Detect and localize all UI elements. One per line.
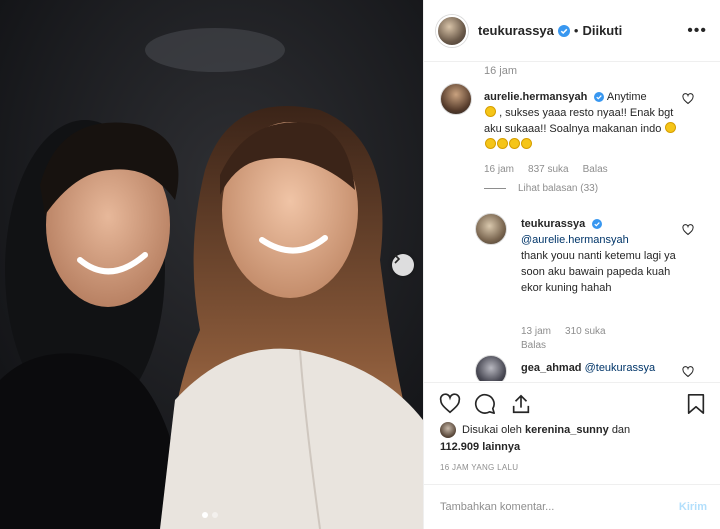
- likes-prefix: Disukai oleh: [462, 424, 522, 436]
- view-replies-label: Lihat balasan (33): [518, 183, 599, 194]
- comment-text: Anytime: [606, 91, 647, 103]
- commenter-avatar[interactable]: [475, 213, 507, 245]
- likes-connector: dan: [611, 424, 631, 436]
- add-comment-bar: Kirim: [424, 484, 720, 529]
- following-button[interactable]: Diikuti: [582, 23, 622, 38]
- laugh-emoji-icon: [664, 122, 676, 133]
- comment-text-cont: , sukses yaaa resto nyaa!! Enak bgt aku …: [484, 107, 674, 135]
- comment-meta-reply: Balas: [521, 340, 546, 351]
- bookmark-icon[interactable]: [686, 393, 706, 415]
- liker-username[interactable]: kerenina_sunny: [525, 424, 609, 436]
- comment-body: teukurassya @aurelie.hermansyah thank yo…: [521, 216, 686, 296]
- likes-summary: Disukai oleh kerenina_sunny dan 112.909 …: [440, 422, 710, 456]
- verified-icon: [557, 24, 570, 37]
- view-replies-button[interactable]: Lihat balasan (33): [484, 183, 598, 194]
- comment-username[interactable]: teukurassya: [521, 218, 585, 230]
- comment-mention[interactable]: @teukurassya: [585, 362, 655, 374]
- heart-icon[interactable]: [682, 224, 694, 236]
- replies-line: [484, 188, 506, 189]
- heart-icon[interactable]: [682, 93, 694, 105]
- comment-meta: 16 jam 837 suka Balas: [484, 164, 608, 175]
- chevron-right-icon: [394, 254, 401, 264]
- post-time-ago[interactable]: 16 JAM YANG LALU: [440, 463, 518, 472]
- comment-text: thank youu nanti ketemu lagi ya soon aku…: [521, 250, 676, 294]
- comment-input[interactable]: [440, 501, 650, 513]
- carousel-dot: [212, 512, 218, 518]
- reply-button[interactable]: Balas: [521, 340, 546, 351]
- comment-likes[interactable]: 310 suka: [565, 326, 606, 337]
- comment-time: 16 jam: [484, 164, 515, 175]
- laugh-emoji-icon: [496, 138, 508, 149]
- author-avatar[interactable]: [436, 14, 468, 47]
- liker-avatar[interactable]: [440, 422, 456, 439]
- commenter-avatar[interactable]: [475, 355, 507, 381]
- post-header: teukurassya • Diikuti •••: [424, 0, 720, 62]
- post-comment-button[interactable]: Kirim: [679, 501, 707, 513]
- laugh-emoji-icon: [484, 138, 496, 149]
- header-separator: •: [573, 23, 579, 38]
- next-photo-button[interactable]: [392, 254, 414, 276]
- verified-icon: [592, 219, 603, 230]
- comment-time: 13 jam: [521, 326, 552, 337]
- carousel-indicator: [202, 512, 218, 518]
- reply-button[interactable]: Balas: [583, 164, 608, 175]
- more-options-icon[interactable]: •••: [687, 22, 707, 40]
- comment-body: aurelie.hermansyah Anytime , sukses yaaa…: [484, 89, 684, 153]
- heart-icon[interactable]: [439, 393, 461, 415]
- heart-icon[interactable]: [682, 366, 694, 378]
- verified-icon: [594, 92, 605, 103]
- author-username[interactable]: teukurassya: [478, 23, 554, 38]
- laugh-emoji-icon: [508, 138, 520, 149]
- smile-emoji-icon: [484, 106, 496, 117]
- comment-username[interactable]: aurelie.hermansyah: [484, 91, 587, 103]
- commenter-avatar[interactable]: [440, 83, 472, 115]
- comment-body: gea_ahmad @teukurassya: [521, 360, 691, 376]
- comment-timestamp: 16 jam: [484, 65, 518, 77]
- likes-count[interactable]: 112.909 lainnya: [440, 441, 520, 453]
- comment-username[interactable]: gea_ahmad: [521, 362, 582, 374]
- laugh-emoji-icon: [520, 138, 532, 149]
- comment-mention[interactable]: @aurelie.hermansyah: [521, 234, 629, 246]
- comments-list: 16 jam aurelie.hermansyah Anytime , suks…: [424, 63, 720, 381]
- carousel-dot-active: [202, 512, 208, 518]
- selfie-image: [0, 0, 423, 529]
- post-side-panel: teukurassya • Diikuti ••• 16 jam aurelie…: [423, 0, 720, 529]
- comment-likes[interactable]: 837 suka: [528, 164, 569, 175]
- post-photo[interactable]: [0, 0, 423, 529]
- action-bar: [424, 382, 720, 424]
- share-icon[interactable]: [510, 393, 532, 415]
- comment-meta: 13 jam 310 suka: [521, 326, 606, 337]
- comment-icon[interactable]: [474, 393, 496, 415]
